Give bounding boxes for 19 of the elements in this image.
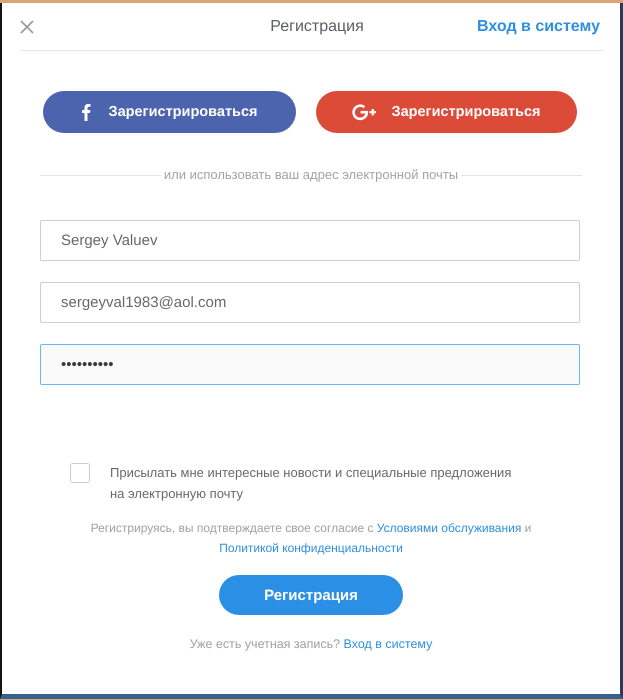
- register-button[interactable]: Регистрация: [219, 575, 403, 615]
- letter-f-icon: [81, 103, 92, 121]
- sign-up-button[interactable]: Зарегистрироваться: [43, 91, 296, 133]
- login-link[interactable]: Вход в систему: [344, 637, 432, 651]
- divider-text: или использовать ваш адрес электронной почты: [160, 168, 462, 182]
- input-field[interactable]: sergeyval1983@aol.com: [40, 282, 580, 323]
- close-icon[interactable]: [20, 20, 34, 34]
- login-link[interactable]: Вход в систему: [477, 18, 600, 36]
- input-field[interactable]: Sergey Valuev: [40, 220, 580, 261]
- input-field[interactable]: ••••••••••: [40, 344, 580, 385]
- newsletter-label: Присылать мне интересные новости и специальные предложения на электронную почту: [110, 464, 512, 503]
- terms-text: Регистрируясь, вы подтверждаете свое согласие с Условиями обслуживания и Политикой конфиденциальности: [90, 520, 532, 557]
- terms-link[interactable]: Условиями обслуживания: [376, 521, 522, 535]
- sign-up-button[interactable]: Зарегистрироваться: [316, 91, 577, 133]
- checkbox[interactable]: [70, 463, 90, 483]
- login-prompt: Уже есть учетная запись? Вход в систему: [188, 637, 434, 651]
- privacy-link[interactable]: Политикой конфиденциальности: [219, 541, 403, 555]
- dialog-title: Регистрация: [269, 18, 364, 36]
- g-plus-icon: [352, 103, 378, 121]
